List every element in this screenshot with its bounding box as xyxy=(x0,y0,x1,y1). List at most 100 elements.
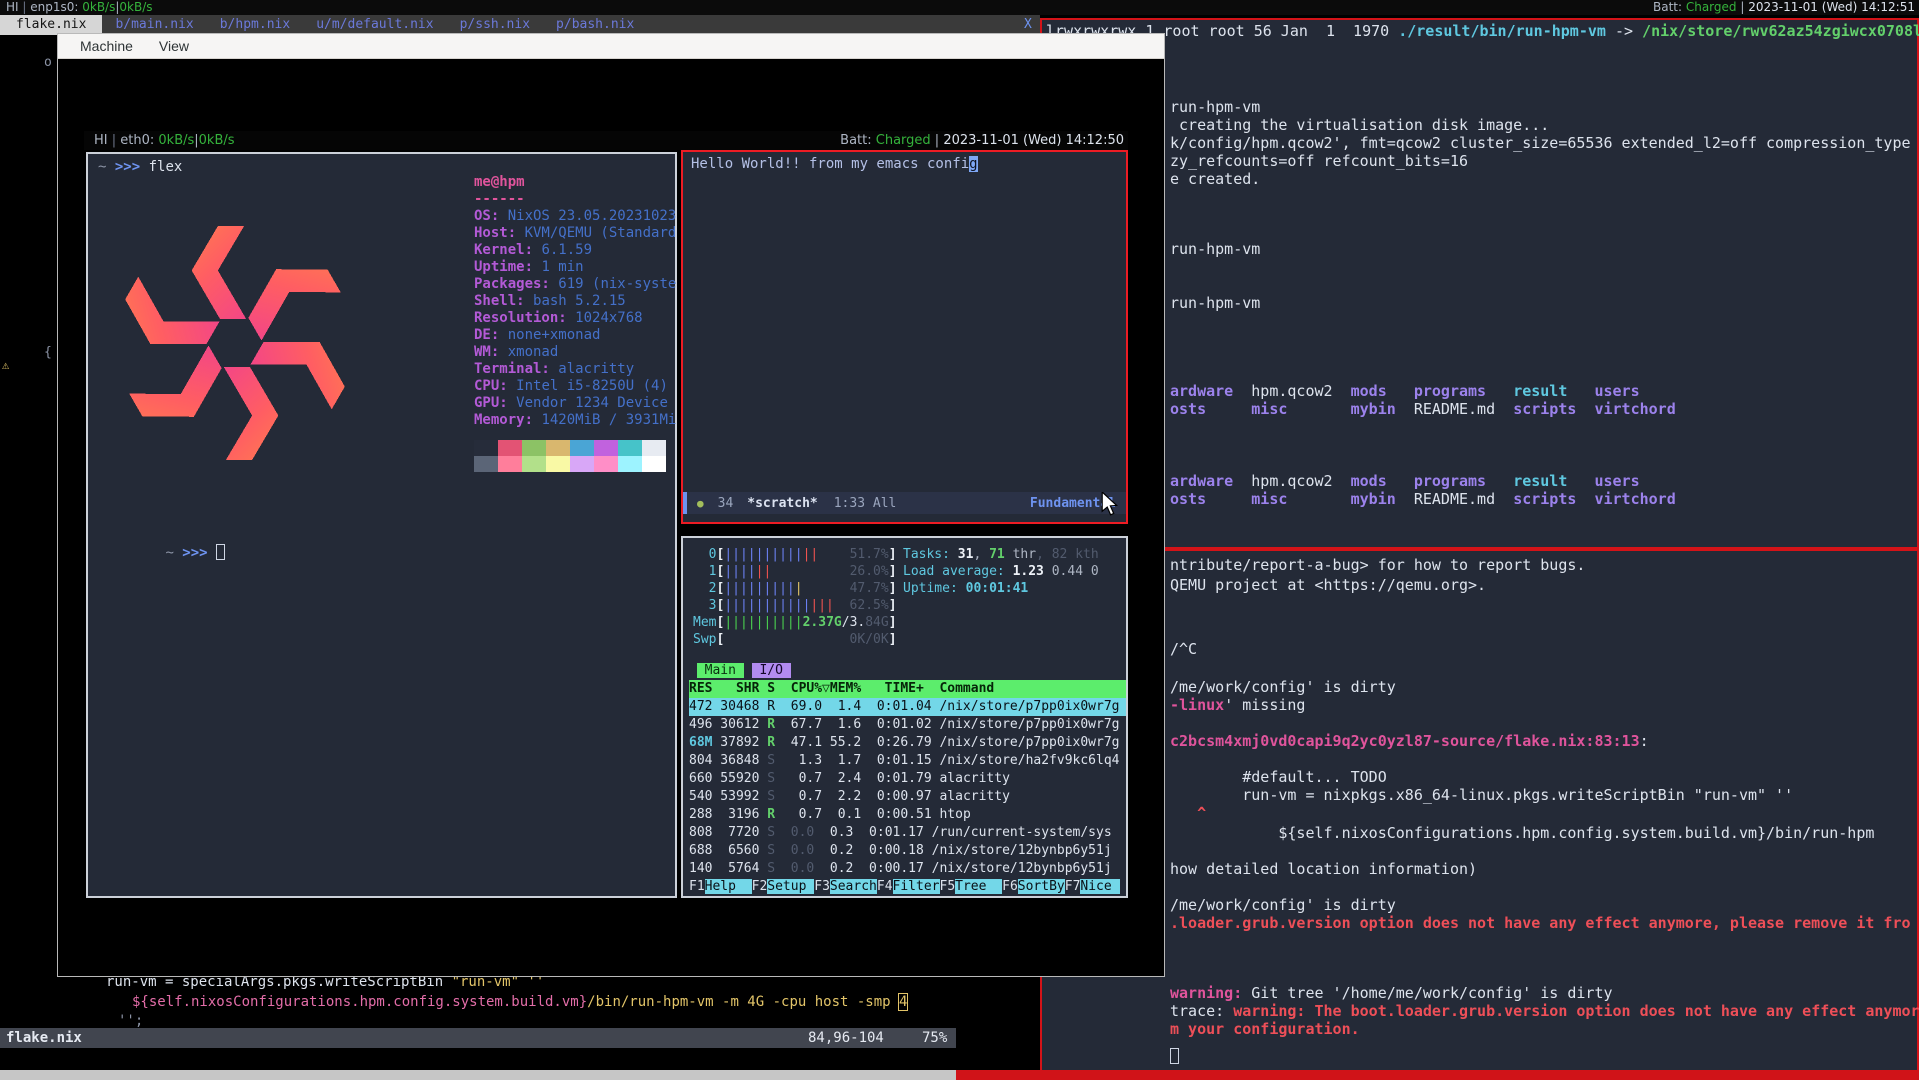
ls-listing-line: ardware hpm.qcow2 mods programs result u… xyxy=(1170,472,1640,490)
palette-swatch xyxy=(618,440,642,456)
guest-emacs-window[interactable]: Hello World!! from my emacs config ● 34 … xyxy=(681,150,1128,524)
htop-screen-tabs[interactable]: Main I/O xyxy=(689,662,1126,680)
host-battery-clock: Batt: Charged | 2023-11-01 (Wed) 14:12:5… xyxy=(1653,0,1915,15)
terminal-line: run-hpm-vm xyxy=(1170,294,1260,312)
qemu-vm-window[interactable]: Machine View HI | eth0: 0kB/s|0kB/s Batt… xyxy=(57,33,1165,977)
palette-swatch xyxy=(618,456,642,472)
palette-swatch xyxy=(522,456,546,472)
neofetch-line: ------ xyxy=(474,191,676,208)
neofetch-line: Packages: 619 (nix-syste xyxy=(474,276,676,293)
menu-view[interactable]: View xyxy=(159,34,189,58)
palette-swatch xyxy=(594,440,618,456)
tab-ssh-nix[interactable]: p/ssh.nix xyxy=(447,15,543,35)
host-network-status: HI | enp1s0: 0kB/s|0kB/s xyxy=(6,0,153,15)
terminal-line: ntribute/report-a-bug> for how to report… xyxy=(1170,556,1585,574)
htop-process-row[interactable]: 804 36848 S 1.3 1.7 0:01.15 /nix/store/h… xyxy=(689,752,1126,770)
emacs-buffer-text: Hello World!! from my emacs config xyxy=(691,156,978,173)
terminal-pane-nix-build[interactable]: ntribute/report-a-bug> for how to report… xyxy=(1040,549,1919,1080)
terminal-line: m your configuration. xyxy=(1170,1020,1360,1038)
guest-htop-window[interactable]: 0[|||||||||||| 51.7%] 1[|||||| 26.0%] 2[… xyxy=(681,536,1128,898)
terminal-line: /me/work/config' is dirty xyxy=(1170,896,1396,914)
htop-process-row[interactable]: 808 7720 S 0.0 0.3 0:01.17 /run/current-… xyxy=(689,824,1126,842)
guest-network-status: HI | eth0: 0kB/s|0kB/s xyxy=(94,131,235,150)
tab-flake-nix[interactable]: flake.nix xyxy=(0,15,102,35)
htop-process-row[interactable]: 688 6560 S 0.0 0.2 0:00.18 /nix/store/12… xyxy=(689,842,1126,860)
htop-process-row[interactable]: 288 3196 R 0.7 0.1 0:00.51 htop xyxy=(689,806,1126,824)
terminal-line: how detailed location information) xyxy=(1170,860,1477,878)
ls-listing-line: osts misc mybin README.md scripts virtch… xyxy=(1170,400,1676,418)
modeline-position: 84,96-104 xyxy=(808,1028,884,1048)
htop-cpu-meter: 2[|||||||||| 47.7%] xyxy=(693,580,897,597)
terminal-line: ^ xyxy=(1170,804,1206,822)
htop-swap-meter: Swp[ 0K/0K] xyxy=(693,631,897,648)
palette-swatch xyxy=(642,456,666,472)
neofetch-line: CPU: Intel i5-8250U (4) xyxy=(474,378,676,395)
palette-swatch xyxy=(498,456,522,472)
neofetch-info: me@hpm ------ OS: NixOS 23.05.20231023 H… xyxy=(474,174,676,429)
htop-mem-meter: Mem[||||||||||2.37G/3.84G] xyxy=(693,614,897,631)
tab-main-nix[interactable]: b/main.nix xyxy=(102,15,206,35)
guest-terminal-window[interactable]: ~ >>> flex xyxy=(86,152,677,898)
palette-swatch xyxy=(474,440,498,456)
tab-bash-nix[interactable]: p/bash.nix xyxy=(543,15,647,35)
htop-cpu-meter: 0[|||||||||||| 51.7%] xyxy=(693,546,897,563)
menu-machine[interactable]: Machine xyxy=(80,34,133,58)
terminal-line: /^C xyxy=(1170,640,1197,658)
qemu-menu-bar: Machine View xyxy=(58,34,1164,59)
palette-swatch xyxy=(498,440,522,456)
mouse-cursor xyxy=(1100,492,1120,516)
terminal-line: run-hpm-vm xyxy=(1170,98,1260,116)
htop-table-header[interactable]: RES SHR S CPU%▽MEM% TIME+ Command xyxy=(689,680,1126,698)
terminal-line: warning: Git tree '/home/me/work/config'… xyxy=(1170,984,1613,1002)
modeline-filename: flake.nix xyxy=(6,1028,82,1048)
palette-swatch xyxy=(522,440,546,456)
palette-swatch xyxy=(546,440,570,456)
guest-battery-clock: Batt: Charged | 2023-11-01 (Wed) 14:12:5… xyxy=(840,131,1124,150)
htop-process-row[interactable]: 540 53992 S 0.7 2.2 0:00.97 alacritty xyxy=(689,788,1126,806)
palette-swatch xyxy=(594,456,618,472)
htop-process-row[interactable]: 496 30612 R 67.7 1.6 0:01.02 /nix/store/… xyxy=(689,716,1126,734)
emacs-line-count: 34 xyxy=(718,496,734,511)
neofetch-line: Kernel: 6.1.59 xyxy=(474,242,676,259)
terminal-bottom-border xyxy=(956,1070,1919,1080)
emacs-buffer-name: *scratch* xyxy=(747,496,817,511)
terminal-line: creating the virtualisation disk image..… xyxy=(1170,116,1549,134)
tab-hpm-nix[interactable]: b/hpm.nix xyxy=(207,15,303,35)
terminal-line: zy_refcounts=off refcount_bits=16 xyxy=(1170,152,1468,170)
terminal-palette-row xyxy=(474,456,666,472)
terminal-line: ${self.nixosConfigurations.hpm.config.sy… xyxy=(1170,824,1874,842)
shell-prompt: ~ >>> flex xyxy=(98,159,182,176)
terminal-cursor xyxy=(216,544,225,560)
htop-process-row[interactable]: 140 5764 S 0.0 0.2 0:00.17 /nix/store/12… xyxy=(689,860,1126,878)
terminal-cursor xyxy=(1170,1048,1179,1064)
htop-process-row-selected[interactable]: 472 30468 R 69.0 1.4 0:01.04 /nix/store/… xyxy=(689,698,1126,716)
neofetch-line: Resolution: 1024x768 xyxy=(474,310,676,327)
shell-prompt: ~ >>> xyxy=(98,527,225,579)
terminal-line: lrwxrwxrwx 1 root root 56 Jan 1 1970 ./r… xyxy=(1046,22,1919,40)
ls-listing-line: ardware hpm.qcow2 mods programs result u… xyxy=(1170,382,1640,400)
htop-process-row[interactable]: 660 55920 S 0.7 2.4 0:01.79 alacritty xyxy=(689,770,1126,788)
editor-modeline: flake.nix 84,96-104 75% xyxy=(0,1028,956,1048)
tab-close-icon[interactable]: X xyxy=(1024,15,1032,35)
htop-process-row[interactable]: 68M 37892 R 47.1 55.2 0:26.79 /nix/store… xyxy=(689,734,1126,752)
htop-function-key-bar[interactable]: F1Help F2Setup F3SearchF4FilterF5Tree F6… xyxy=(689,878,1126,896)
neofetch-line: OS: NixOS 23.05.20231023 xyxy=(474,208,676,225)
htop-cpu-meter: 1[|||||| 26.0%] xyxy=(693,563,897,580)
tab-default-nix[interactable]: u/m/default.nix xyxy=(303,15,446,35)
emacs-position: 1:33 All xyxy=(834,496,897,511)
htop-tasks: Tasks: 31, 71 thr, 82 kth xyxy=(903,546,1099,563)
terminal-line: #default... TODO xyxy=(1170,768,1387,786)
modeline-percent: 75% xyxy=(922,1028,947,1048)
editor-stray-glyph: { xyxy=(44,344,52,361)
terminal-line: run-hpm-vm xyxy=(1170,240,1260,258)
terminal-pane-qemu-output[interactable]: lrwxrwxrwx 1 root root 56 Jan 1 1970 ./r… xyxy=(1040,18,1919,549)
palette-swatch xyxy=(546,456,570,472)
neofetch-line: DE: none+xmonad xyxy=(474,327,676,344)
nixos-logo xyxy=(104,182,366,504)
terminal-line: e created. xyxy=(1170,170,1260,188)
terminal-line: trace: warning: The boot.loader.grub.ver… xyxy=(1170,1002,1919,1020)
palette-swatch xyxy=(570,440,594,456)
neofetch-line: Shell: bash 5.2.15 xyxy=(474,293,676,310)
terminal-line: c2bcsm4xmj0vd0capi9q2yc0yzl87-source/fla… xyxy=(1170,732,1649,750)
htop-cpu-meter: 3[|||||||||||||| 62.5%] xyxy=(693,597,897,614)
